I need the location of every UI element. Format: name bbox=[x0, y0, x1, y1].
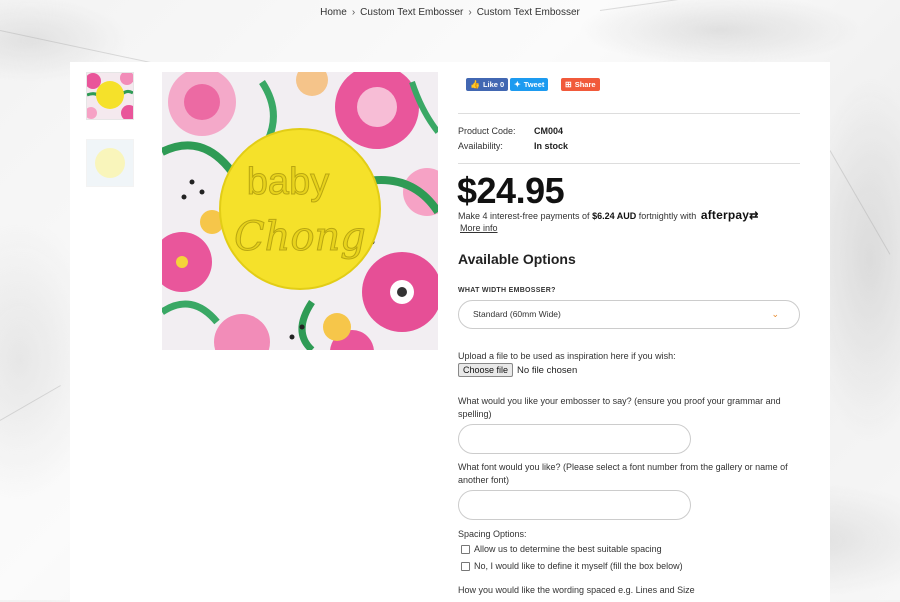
product-code-row: Product Code: CM004 bbox=[458, 126, 563, 136]
width-select[interactable]: Standard (60mm Wide) ⌄ bbox=[458, 300, 800, 329]
available-options-heading: Available Options bbox=[458, 251, 576, 267]
afterpay-info: Make 4 interest-free payments of $6.24 A… bbox=[458, 208, 759, 222]
twitter-bird-icon: ✦ bbox=[514, 80, 521, 89]
divider bbox=[458, 163, 800, 164]
divider bbox=[458, 113, 800, 114]
facebook-like-button[interactable]: 👍 Like 0 bbox=[466, 78, 509, 91]
width-label: WHAT WIDTH EMBOSSER? bbox=[458, 287, 556, 294]
tweet-button[interactable]: ✦ Tweet bbox=[510, 78, 549, 91]
share-button[interactable]: ⊞ Share bbox=[561, 78, 600, 91]
embosser-text-label: What would you like your embosser to say… bbox=[458, 396, 781, 419]
product-code-label: Product Code: bbox=[458, 126, 516, 136]
availability-value: In stock bbox=[534, 141, 569, 151]
breadcrumb: Home › Custom Text Embosser › Custom Text Em… bbox=[0, 6, 900, 20]
breadcrumb-category[interactable]: Custom Text Embosser bbox=[360, 7, 463, 18]
product-thumbnail-1[interactable] bbox=[86, 72, 134, 120]
chevron-right-icon: › bbox=[351, 7, 356, 18]
spacing-option-auto[interactable]: Allow us to determine the best suitable … bbox=[461, 544, 662, 554]
choose-file-button[interactable]: Choose file bbox=[458, 363, 514, 377]
installment-amount: $6.24 AUD bbox=[592, 211, 637, 221]
file-status: No file chosen bbox=[517, 364, 578, 376]
afterpay-mark-icon: ⇄ bbox=[749, 210, 759, 222]
spacing-option-custom[interactable]: No, I would like to define it myself (fi… bbox=[461, 561, 683, 571]
product-thumbnail-2[interactable] bbox=[86, 139, 134, 187]
font-input[interactable] bbox=[458, 490, 691, 520]
availability-label: Availability: bbox=[458, 141, 503, 151]
product-code-value: CM004 bbox=[534, 126, 564, 136]
afterpay-logo: afterpay⇄ bbox=[700, 208, 759, 222]
upload-label: Upload a file to be used as inspiration … bbox=[458, 351, 676, 361]
chevron-down-icon: ⌄ bbox=[771, 309, 779, 319]
chevron-right-icon: › bbox=[468, 7, 472, 18]
afterpay-more-info-link[interactable]: More info bbox=[460, 223, 498, 233]
checkbox[interactable] bbox=[461, 544, 470, 554]
product-main-image[interactable]: baby Chong bbox=[162, 72, 438, 350]
breadcrumb-home[interactable]: Home bbox=[320, 7, 347, 18]
marble-vein bbox=[829, 150, 891, 255]
availability-row: Availability: In stock bbox=[458, 141, 568, 151]
font-label: What font would you like? (Please select… bbox=[458, 462, 788, 485]
file-upload: Choose file No file chosen bbox=[458, 363, 577, 377]
plus-icon: ⊞ bbox=[565, 80, 572, 89]
thumbs-up-icon: 👍 bbox=[470, 80, 480, 89]
checkbox[interactable] bbox=[461, 561, 470, 571]
product-price: $24.95 bbox=[457, 170, 565, 211]
breadcrumb-current: Custom Text Embosser bbox=[476, 7, 580, 18]
embosser-text-input[interactable] bbox=[458, 424, 691, 454]
marble-vein bbox=[0, 385, 61, 421]
spacing-label: Spacing Options: bbox=[458, 529, 527, 539]
wording-spacing-label: How you would like the wording spaced e.… bbox=[458, 585, 695, 595]
embosser-text-line2: Chong bbox=[234, 214, 366, 260]
embosser-text-line1: baby bbox=[247, 161, 329, 203]
